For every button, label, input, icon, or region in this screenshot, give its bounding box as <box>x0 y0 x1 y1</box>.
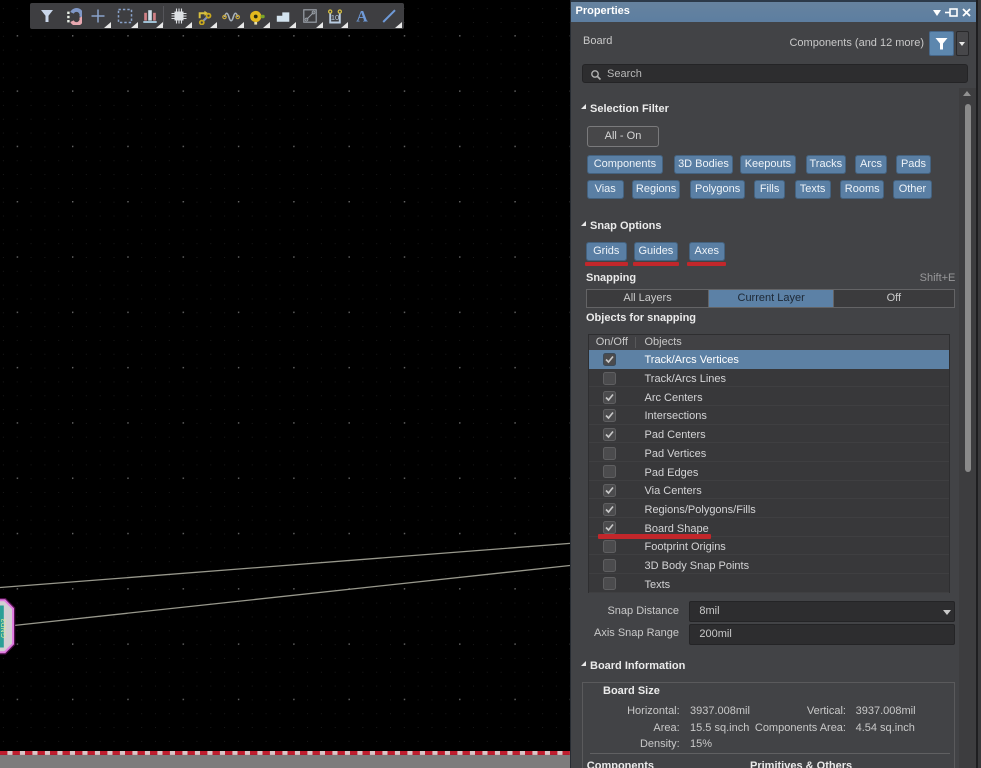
svg-text:10: 10 <box>331 13 339 22</box>
svg-text:A: A <box>356 8 368 25</box>
svg-text:GND3: GND3 <box>1 618 8 638</box>
